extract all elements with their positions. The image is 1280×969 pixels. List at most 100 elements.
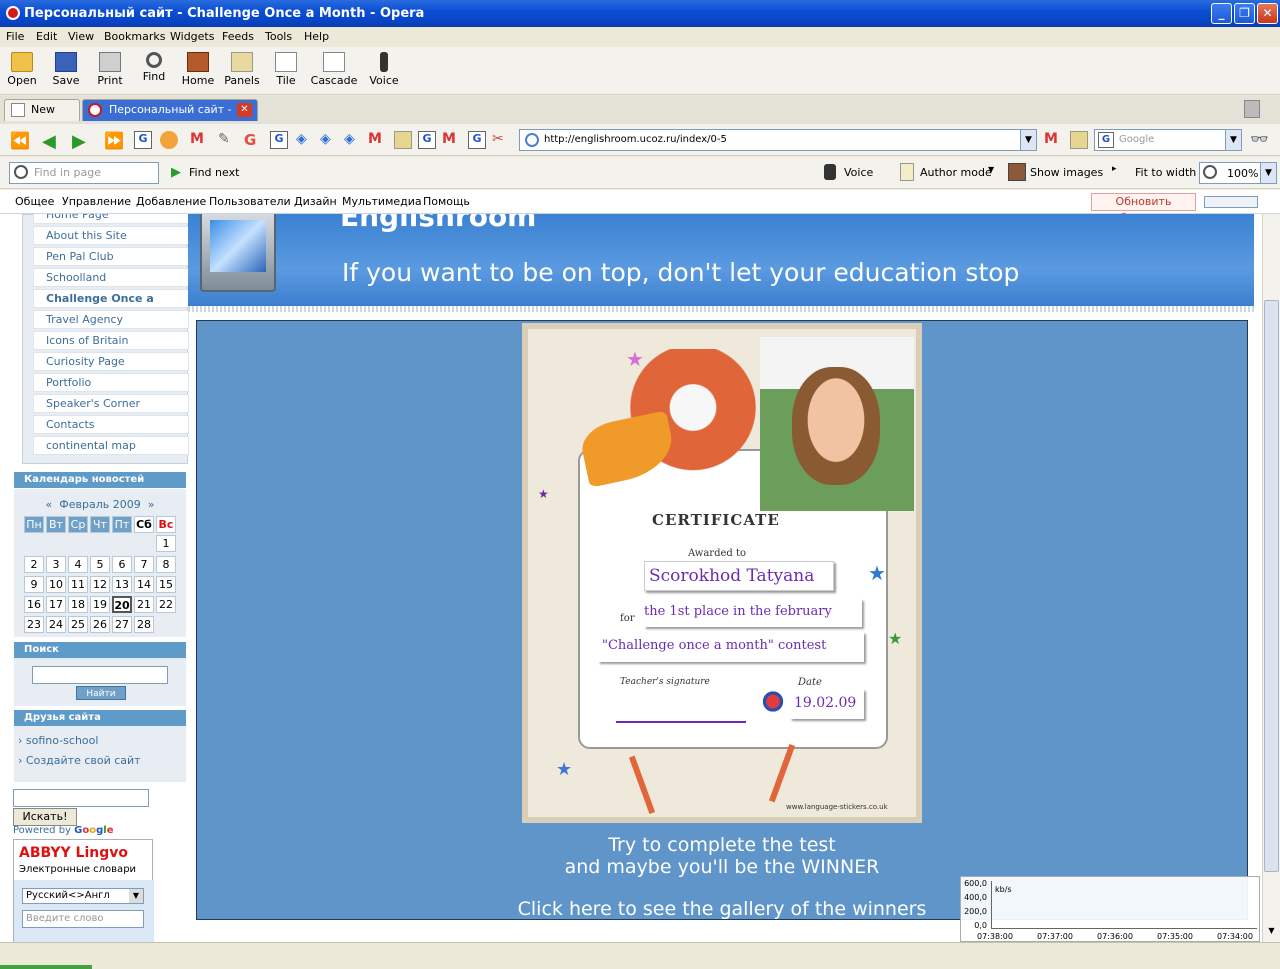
glasses-icon[interactable]: 👓 bbox=[1250, 130, 1274, 150]
calendar-day[interactable]: 12 bbox=[90, 576, 110, 593]
side-link-speakers[interactable]: Speaker's Corner bbox=[33, 394, 189, 413]
panel-help[interactable]: Помощь bbox=[423, 195, 470, 208]
google-icon[interactable]: G bbox=[134, 131, 152, 149]
gmail-icon-3[interactable]: M bbox=[442, 131, 460, 149]
open-button[interactable]: Open bbox=[0, 50, 44, 92]
voice-button[interactable]: Voice bbox=[362, 50, 406, 92]
calendar-day[interactable]: 13 bbox=[112, 576, 132, 593]
side-link-schoolland[interactable]: Schoolland bbox=[33, 268, 189, 287]
menu-file[interactable]: File bbox=[6, 30, 24, 43]
vertical-scrollbar[interactable]: ▼ bbox=[1262, 214, 1280, 942]
tab-new[interactable]: New tab bbox=[4, 99, 80, 136]
calendar-day[interactable]: 24 bbox=[46, 616, 66, 633]
save-button[interactable]: Save bbox=[44, 50, 88, 92]
tools-icon[interactable]: ✂ bbox=[492, 131, 510, 149]
site-search-button[interactable]: Найти bbox=[76, 686, 126, 700]
tile-button[interactable]: Tile bbox=[264, 50, 308, 92]
calendar-day[interactable]: 6 bbox=[112, 556, 132, 573]
calendar-day[interactable]: 2 bbox=[24, 556, 44, 573]
calendar-day[interactable]: 10 bbox=[46, 576, 66, 593]
calendar-day[interactable]: 26 bbox=[90, 616, 110, 633]
google-g-icon[interactable]: G bbox=[244, 131, 262, 149]
find-in-page-input[interactable]: Find in page bbox=[9, 162, 159, 184]
fit-to-width-button[interactable]: Fit to width bbox=[1135, 166, 1196, 179]
note-icon[interactable] bbox=[394, 131, 412, 149]
calendar-day[interactable]: 16 bbox=[24, 596, 44, 613]
bookmark-icon-3[interactable]: ◈ bbox=[344, 131, 362, 149]
print-button[interactable]: Print bbox=[88, 50, 132, 92]
calendar-day[interactable]: 25 bbox=[68, 616, 88, 633]
menu-tools[interactable]: Tools bbox=[265, 30, 292, 43]
menu-widgets[interactable]: Widgets bbox=[170, 30, 214, 43]
panel-design[interactable]: Дизайн bbox=[294, 195, 337, 208]
calendar-day[interactable]: 3 bbox=[46, 556, 66, 573]
find-button[interactable]: Find bbox=[132, 50, 176, 92]
calendar-day[interactable]: 21 bbox=[134, 596, 154, 613]
menu-edit[interactable]: Edit bbox=[36, 30, 57, 43]
panel-multimedia[interactable]: Мультимедиа bbox=[342, 195, 422, 208]
panel-add[interactable]: Добавление bbox=[136, 195, 206, 208]
refresh-browser-button[interactable]: Обновить браузер bbox=[1091, 193, 1196, 224]
prev-month-link[interactable]: « bbox=[46, 498, 53, 511]
author-dropdown-icon[interactable]: ▼ bbox=[988, 165, 994, 174]
panel-slider[interactable] bbox=[1204, 196, 1258, 208]
pencil-icon[interactable]: ✎ bbox=[218, 131, 236, 149]
zoom-dropdown-icon[interactable]: ▼ bbox=[1260, 163, 1276, 183]
trash-icon[interactable] bbox=[1244, 100, 1260, 118]
menu-help[interactable]: Help bbox=[304, 30, 329, 43]
calendar-day[interactable]: 1 bbox=[156, 535, 176, 552]
show-images-button[interactable]: Show images bbox=[1030, 166, 1103, 179]
calendar-day[interactable]: 9 bbox=[24, 576, 44, 593]
close-tab-icon[interactable]: ✕ bbox=[237, 103, 252, 117]
panel-manage[interactable]: Управление bbox=[62, 195, 131, 208]
forward-icon[interactable]: ▶ bbox=[72, 131, 90, 152]
panel-users[interactable]: Пользователи bbox=[209, 195, 291, 208]
friend-link-sofino[interactable]: › sofino-school bbox=[18, 734, 98, 747]
menu-bookmarks[interactable]: Bookmarks bbox=[104, 30, 165, 43]
url-dropdown-arrow-icon[interactable]: ▼ bbox=[1020, 130, 1036, 150]
author-mode-button[interactable]: Author mode bbox=[920, 166, 992, 179]
home-button[interactable]: Home bbox=[176, 50, 220, 92]
side-link-penpal[interactable]: Pen Pal Club bbox=[33, 247, 189, 266]
side-link-map[interactable]: continental map bbox=[33, 436, 189, 455]
gmail-icon-2[interactable]: M bbox=[368, 131, 386, 149]
back-icon[interactable]: ◀ bbox=[42, 131, 60, 152]
lingvo-word-input[interactable]: Введите слово bbox=[22, 910, 144, 928]
google-icon-2[interactable]: G bbox=[270, 131, 288, 149]
calendar-day[interactable]: 18 bbox=[68, 596, 88, 613]
search-input[interactable]: G Google ▼ bbox=[1094, 129, 1242, 151]
side-link-icons[interactable]: Icons of Britain bbox=[33, 331, 189, 350]
lingvo-language-select[interactable]: Русский<>Англ ▼ bbox=[22, 888, 144, 904]
side-link-home[interactable]: Home Page bbox=[33, 214, 189, 224]
calendar-day[interactable]: 11 bbox=[68, 576, 88, 593]
note-icon-2[interactable] bbox=[1070, 131, 1088, 149]
tab-active[interactable]: Персональный сайт - C... ✕ bbox=[82, 99, 258, 136]
calendar-day[interactable]: 22 bbox=[156, 596, 176, 613]
side-link-challenge[interactable]: Challenge Once a Month bbox=[33, 289, 189, 322]
menu-view[interactable]: View bbox=[68, 30, 94, 43]
google-icon-3[interactable]: G bbox=[418, 131, 436, 149]
powered-by-google[interactable]: Powered by Google bbox=[13, 825, 114, 836]
maximize-button[interactable]: ❐ bbox=[1234, 3, 1255, 24]
calendar-day[interactable]: 27 bbox=[112, 616, 132, 633]
side-link-curiosity[interactable]: Curiosity Page bbox=[33, 352, 189, 371]
calendar-day[interactable]: 5 bbox=[90, 556, 110, 573]
next-month-link[interactable]: » bbox=[148, 498, 155, 511]
reload-icon[interactable] bbox=[160, 131, 178, 149]
calendar-day[interactable]: 4 bbox=[68, 556, 88, 573]
calendar-day[interactable]: 17 bbox=[46, 596, 66, 613]
calendar-day[interactable]: 28 bbox=[134, 616, 154, 633]
friend-link-create[interactable]: › Создайте свой сайт bbox=[18, 754, 141, 767]
calendar-day[interactable]: 19 bbox=[90, 596, 110, 613]
certificate-image[interactable]: CERTIFICATE Awarded to Scorokhod Tatyana… bbox=[522, 323, 922, 823]
bookmark-icon[interactable]: ◈ bbox=[296, 131, 314, 149]
calendar-day[interactable]: 14 bbox=[134, 576, 154, 593]
url-input[interactable]: http://englishroom.ucoz.ru/index/0-5 ▼ bbox=[519, 129, 1037, 151]
side-link-portfolio[interactable]: Portfolio bbox=[33, 373, 189, 392]
scrollbar-thumb[interactable] bbox=[1264, 300, 1279, 872]
gmail-icon[interactable]: M bbox=[188, 131, 206, 149]
gmail-icon-4[interactable]: M bbox=[1044, 131, 1062, 149]
calendar-day[interactable]: 15 bbox=[156, 576, 176, 593]
search-dropdown-arrow-icon[interactable]: ▼ bbox=[1225, 130, 1241, 150]
voice-toggle[interactable]: Voice bbox=[844, 166, 873, 179]
